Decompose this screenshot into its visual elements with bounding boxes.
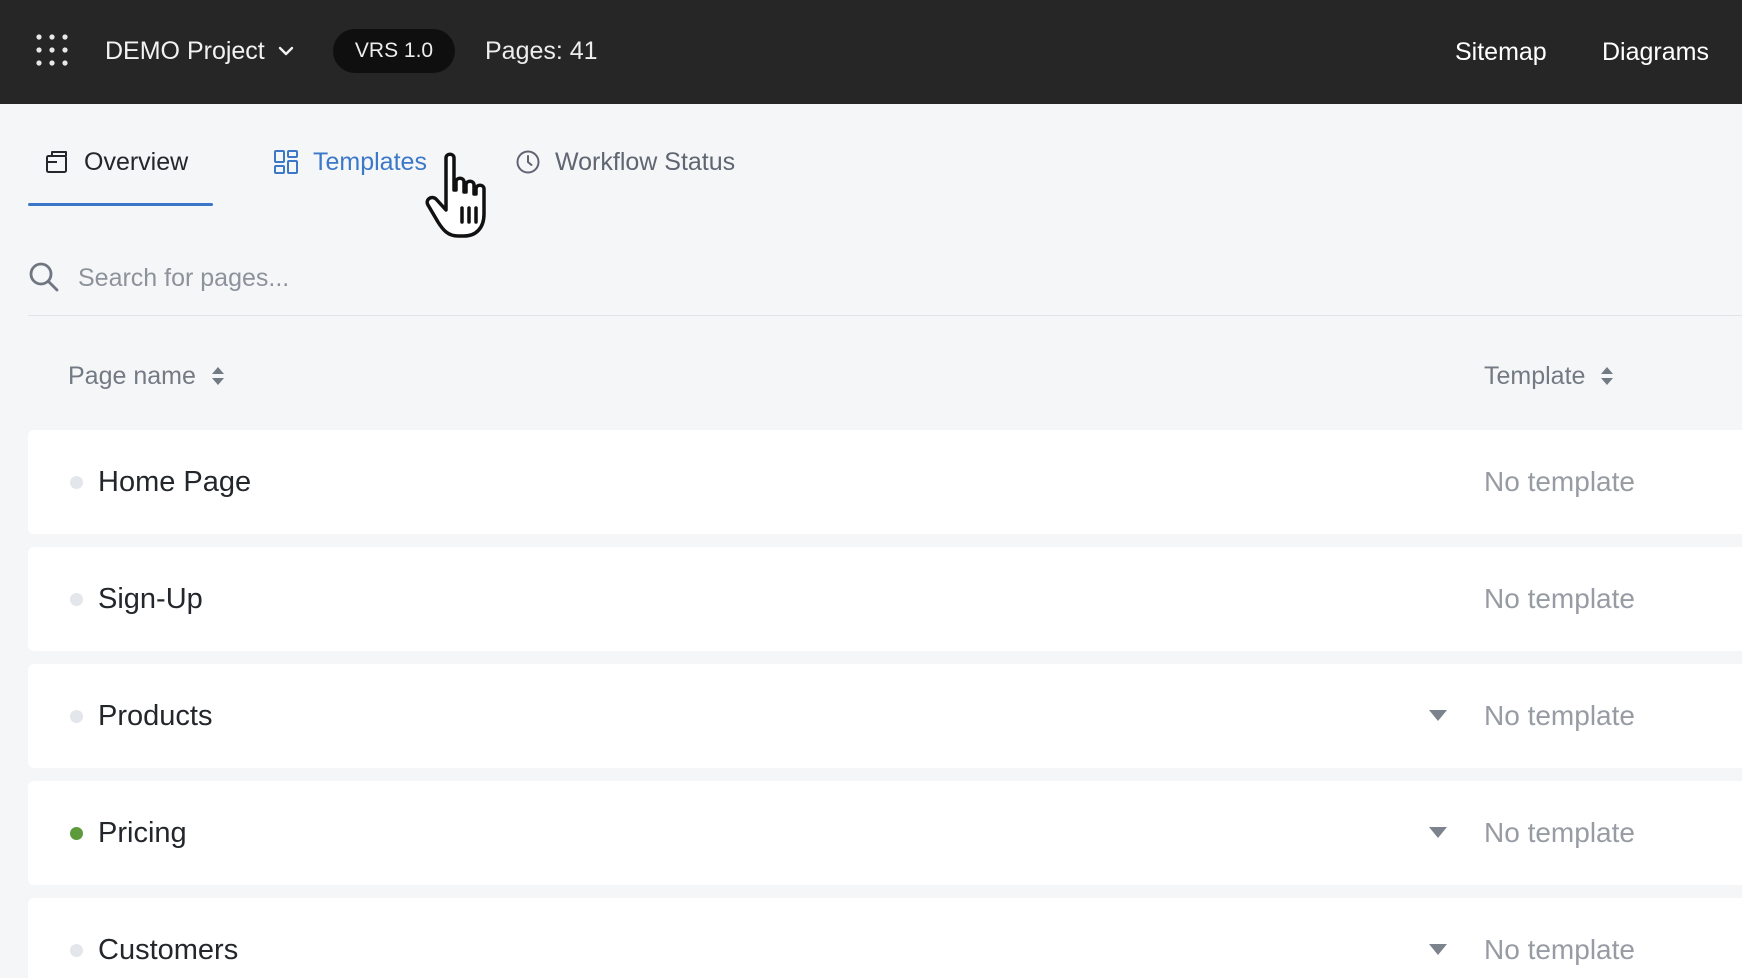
top-bar: DEMO Project VRS 1.0 Pages: 41 Sitemap D… bbox=[0, 0, 1742, 104]
tab-workflow-status[interactable]: Workflow Status bbox=[515, 140, 735, 184]
sort-icon bbox=[1601, 367, 1614, 385]
pages-list: Home Page No template Sign-Up No templat… bbox=[28, 430, 1742, 978]
tab-templates[interactable]: Templates bbox=[273, 140, 427, 184]
column-header-template-label: Template bbox=[1484, 361, 1586, 390]
table-row[interactable]: Products No template bbox=[28, 664, 1742, 768]
nav-diagrams-link[interactable]: Diagrams bbox=[1602, 34, 1709, 70]
version-label: VRS 1.0 bbox=[354, 39, 434, 62]
status-dot bbox=[70, 944, 83, 957]
column-header-page-name[interactable]: Page name bbox=[68, 358, 226, 394]
caret-down-icon[interactable] bbox=[1428, 825, 1448, 839]
hand-pointer-cursor-icon bbox=[425, 152, 486, 238]
template-value: No template bbox=[1484, 466, 1635, 497]
status-dot bbox=[70, 827, 83, 840]
apps-grid-icon[interactable] bbox=[36, 34, 68, 66]
active-tab-indicator bbox=[28, 203, 213, 206]
search-divider bbox=[28, 315, 1742, 316]
clock-icon bbox=[516, 150, 540, 174]
overview-icon bbox=[46, 151, 67, 173]
template-value: No template bbox=[1484, 934, 1635, 965]
caret-down-icon[interactable] bbox=[1428, 708, 1448, 722]
template-value: No template bbox=[1484, 583, 1635, 614]
status-dot bbox=[70, 710, 83, 723]
page-name: Products bbox=[98, 699, 213, 732]
status-dot bbox=[70, 476, 83, 489]
project-name: DEMO Project bbox=[105, 36, 265, 65]
table-row[interactable]: Sign-Up No template bbox=[28, 547, 1742, 651]
table-row[interactable]: Pricing No template bbox=[28, 781, 1742, 885]
search-input[interactable] bbox=[78, 257, 978, 299]
tab-templates-label: Templates bbox=[313, 147, 427, 176]
tab-overview[interactable]: Overview bbox=[44, 140, 188, 184]
status-dot bbox=[70, 593, 83, 606]
table-row[interactable]: Customers No template bbox=[28, 898, 1742, 978]
chevron-down-icon bbox=[278, 46, 293, 56]
page-name: Home Page bbox=[98, 465, 252, 498]
table-row[interactable]: Home Page No template bbox=[28, 430, 1742, 534]
tab-overview-label: Overview bbox=[84, 147, 189, 176]
nav-sitemap-link[interactable]: Sitemap bbox=[1455, 34, 1547, 70]
search-icon bbox=[29, 262, 59, 292]
templates-grid-icon bbox=[274, 150, 298, 174]
template-value: No template bbox=[1484, 700, 1635, 731]
version-badge[interactable]: VRS 1.0 bbox=[333, 29, 455, 73]
column-header-template[interactable]: Template bbox=[1484, 358, 1615, 394]
page-name: Pricing bbox=[98, 816, 187, 849]
page-name: Customers bbox=[98, 933, 239, 966]
sort-icon bbox=[211, 367, 224, 385]
project-switcher[interactable]: DEMO Project bbox=[105, 34, 295, 68]
page-name: Sign-Up bbox=[98, 582, 203, 615]
tab-workflow-status-label: Workflow Status bbox=[555, 147, 736, 176]
caret-down-icon[interactable] bbox=[1428, 942, 1448, 956]
template-value: No template bbox=[1484, 817, 1635, 848]
page-count: Pages: 41 bbox=[485, 36, 598, 65]
column-header-page-name-label: Page name bbox=[68, 361, 196, 390]
